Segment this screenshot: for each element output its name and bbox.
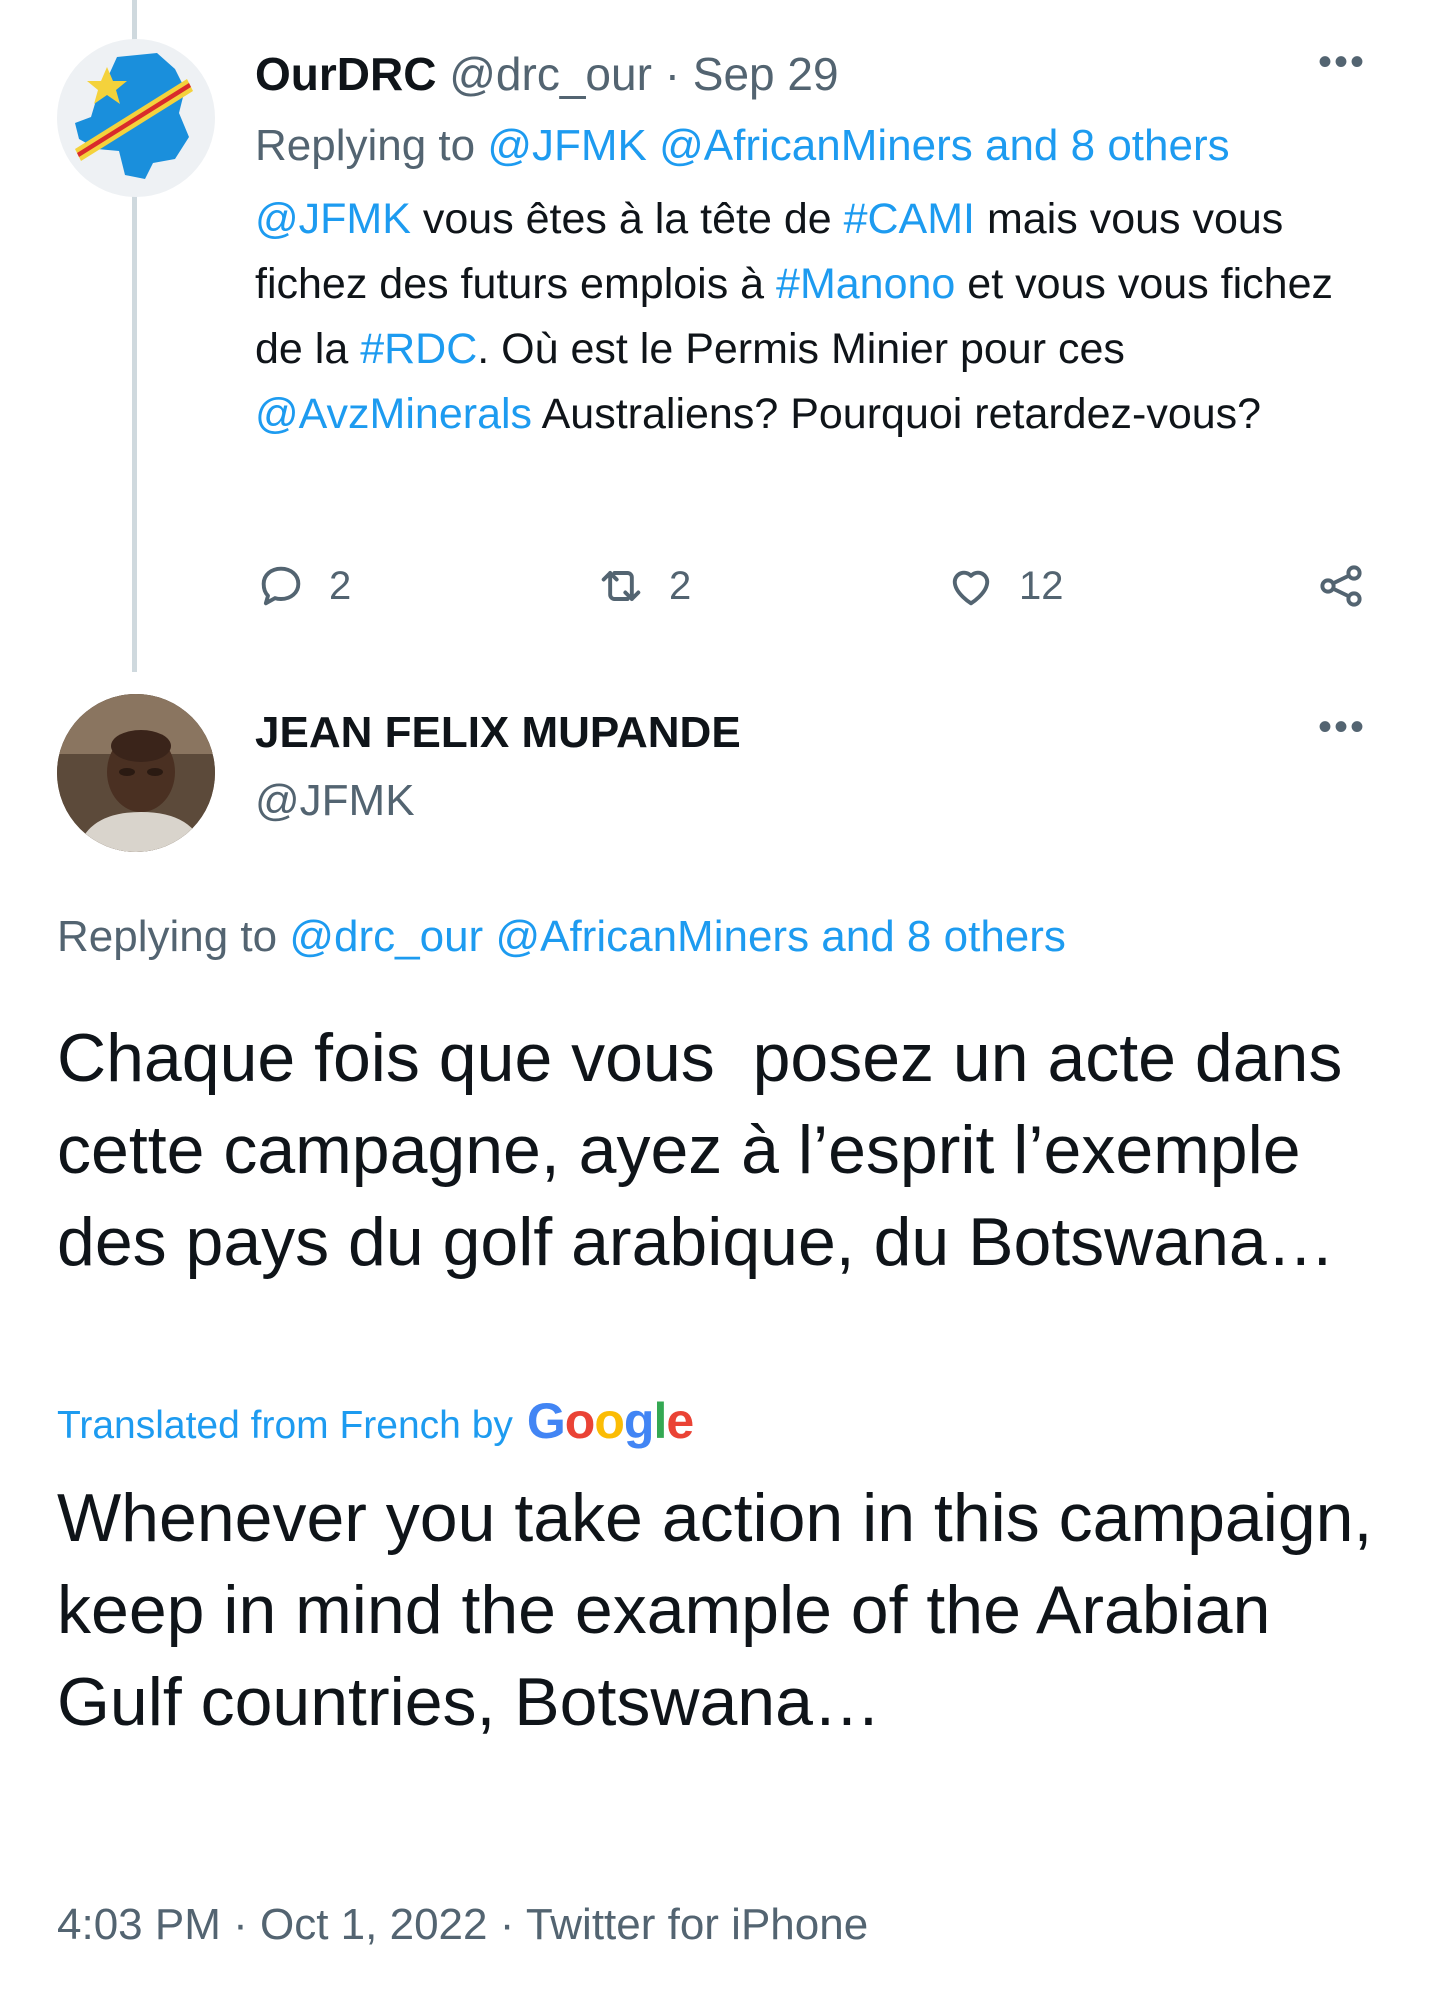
tweet1-body-link[interactable]: @AvzMinerals [255, 390, 532, 438]
avatar-drc-flag[interactable] [57, 39, 215, 197]
tweet-source[interactable]: Twitter for iPhone [526, 1900, 868, 1949]
reply-count: 2 [329, 563, 352, 608]
tweet1-body: @JFMK vous êtes à la tête de #CAMI mais … [255, 187, 1375, 447]
tweet1-body-link[interactable]: @JFMK [255, 195, 411, 243]
heart-icon [952, 570, 990, 606]
share-action[interactable] [1315, 560, 1367, 612]
replying-to-links[interactable]: @drc_our @AfricanMiners and 8 others [289, 912, 1066, 961]
tweet1-body-link[interactable]: #CAMI [844, 195, 975, 243]
translated-label: Translated from French by [57, 1404, 513, 1447]
tweet2-body: Chaque fois que vous posez un acte dans … [57, 1020, 1362, 1280]
meta-separator: · [233, 1900, 248, 1949]
tweet1-replying-to: Replying to @JFMK @AfricanMiners and 8 o… [255, 118, 1230, 174]
tweet1-body-link[interactable]: #RDC [360, 325, 477, 373]
tweet1-body-text: vous êtes à la tête de [410, 195, 844, 243]
tweet2-more-icon[interactable]: ••• [1318, 705, 1366, 750]
reply-action[interactable]: 2 [255, 560, 351, 612]
tweet1-body-text: . Où est le Permis Minier pour ces [477, 325, 1125, 373]
replying-to-links[interactable]: @JFMK @AfricanMiners and 8 others [487, 121, 1229, 170]
like-action[interactable]: 12 [945, 560, 1064, 612]
drc-map-flag-icon [75, 53, 193, 179]
meta-separator: · [499, 1900, 515, 1949]
share-icon [1320, 565, 1362, 607]
tweet1-display-name[interactable]: OurDRC [255, 48, 436, 100]
reply-icon [261, 566, 301, 606]
tweet1-header: OurDRC @drc_our · Sep 29 [255, 46, 839, 102]
replying-prefix: Replying to [255, 121, 488, 170]
tweet-date[interactable]: Oct 1, 2022 [260, 1900, 487, 1949]
tweet1-date[interactable]: Sep 29 [693, 48, 839, 100]
tweet1-separator: · [664, 48, 681, 100]
profile-photo-icon [57, 694, 215, 852]
tweet2-meta: 4:03 PM · Oct 1, 2022 · Twitter for iPho… [57, 1900, 868, 1950]
tweet1-action-bar: 2 2 12 [255, 560, 1385, 620]
avatar-jfmk[interactable] [57, 694, 215, 852]
tweet2-replying-to: Replying to @drc_our @AfricanMiners and … [57, 908, 1066, 966]
tweet1-more-icon[interactable]: ••• [1318, 40, 1366, 85]
google-logo: Google [526, 1393, 694, 1449]
translation-attribution[interactable]: Translated from French by Google [57, 1392, 694, 1450]
tweet1-body-text: Australiens? Pourquoi retardez-vous? [532, 390, 1262, 438]
retweet-icon [601, 571, 641, 601]
tweet1-body-link[interactable]: #Manono [776, 260, 955, 308]
tweet2-display-name[interactable]: JEAN FELIX MUPANDE [255, 705, 741, 761]
tweet-time[interactable]: 4:03 PM [57, 1900, 221, 1949]
tweet2-handle[interactable]: @JFMK [255, 773, 415, 829]
tweet1-handle[interactable]: @drc_our [449, 48, 652, 100]
replying-prefix: Replying to [57, 912, 290, 961]
retweet-action[interactable]: 2 [595, 560, 691, 612]
retweet-count: 2 [669, 563, 692, 608]
tweet2-translation: Whenever you take action in this campaig… [57, 1480, 1373, 1740]
like-count: 12 [1019, 563, 1064, 608]
